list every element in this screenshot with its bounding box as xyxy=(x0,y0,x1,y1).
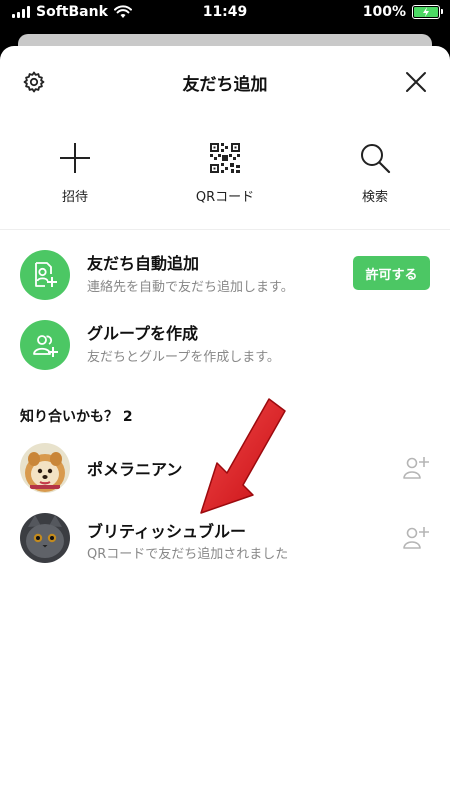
add-friend-button[interactable] xyxy=(400,522,432,554)
battery-icon xyxy=(412,5,443,19)
page-title: 友だち追加 xyxy=(182,75,268,95)
create-group-icon xyxy=(20,320,70,370)
close-icon xyxy=(406,72,426,92)
header: 友だち追加 xyxy=(0,46,450,118)
allow-button[interactable]: 許可する xyxy=(353,256,430,290)
friend-subtitle: QRコードで友だち追加されました xyxy=(87,547,289,562)
auto-add-title: 友だち自動追加 xyxy=(87,254,200,273)
friend-name: ブリティッシュブルー xyxy=(87,522,247,541)
add-friend-button[interactable] xyxy=(400,452,432,484)
search-button[interactable]: 検索 xyxy=(320,136,430,205)
avatar xyxy=(20,443,70,493)
invite-label: 招待 xyxy=(61,190,88,205)
status-right: 100% xyxy=(362,4,443,20)
invite-button[interactable]: 招待 xyxy=(20,136,130,205)
friend-suggestion-row[interactable]: ブリティッシュブルー QRコードで友だち追加されました xyxy=(0,513,450,569)
plus-icon xyxy=(60,143,90,173)
suggestions-heading: 知り合いかも？ 2 xyxy=(20,409,133,425)
add-friend-icon xyxy=(403,527,429,549)
add-methods: 招待 QRコード 検索 xyxy=(0,118,450,230)
battery-percent: 100% xyxy=(362,4,406,20)
friend-name: ポメラニアン xyxy=(87,460,183,479)
add-friend-icon xyxy=(403,457,429,479)
create-group-description: 友だちとグループを作成します。 xyxy=(87,350,280,365)
avatar xyxy=(20,513,70,563)
close-button[interactable] xyxy=(400,66,432,98)
qr-code-label: QRコード xyxy=(195,190,255,205)
auto-add-friends-row[interactable]: 友だち自動追加 連絡先を自動で友だち追加します。 許可する xyxy=(0,242,450,312)
search-icon xyxy=(361,144,391,174)
qr-code-icon xyxy=(210,143,240,173)
status-bar: SoftBank 11:49 100% xyxy=(0,0,450,28)
add-friend-sheet: 友だち追加 招待 QRコード 検索 友だち自動追加 連絡先を自動で友だち追加しま… xyxy=(0,46,450,800)
search-label: 検索 xyxy=(361,190,388,205)
annotation-arrow-icon xyxy=(200,398,286,514)
auto-add-description: 連絡先を自動で友だち追加します。 xyxy=(87,280,294,295)
qr-code-button[interactable]: QRコード xyxy=(170,136,280,205)
create-group-row[interactable]: グループを作成 友だちとグループを作成します。 xyxy=(0,312,450,382)
create-group-title: グループを作成 xyxy=(87,324,199,343)
auto-add-icon xyxy=(20,250,70,300)
